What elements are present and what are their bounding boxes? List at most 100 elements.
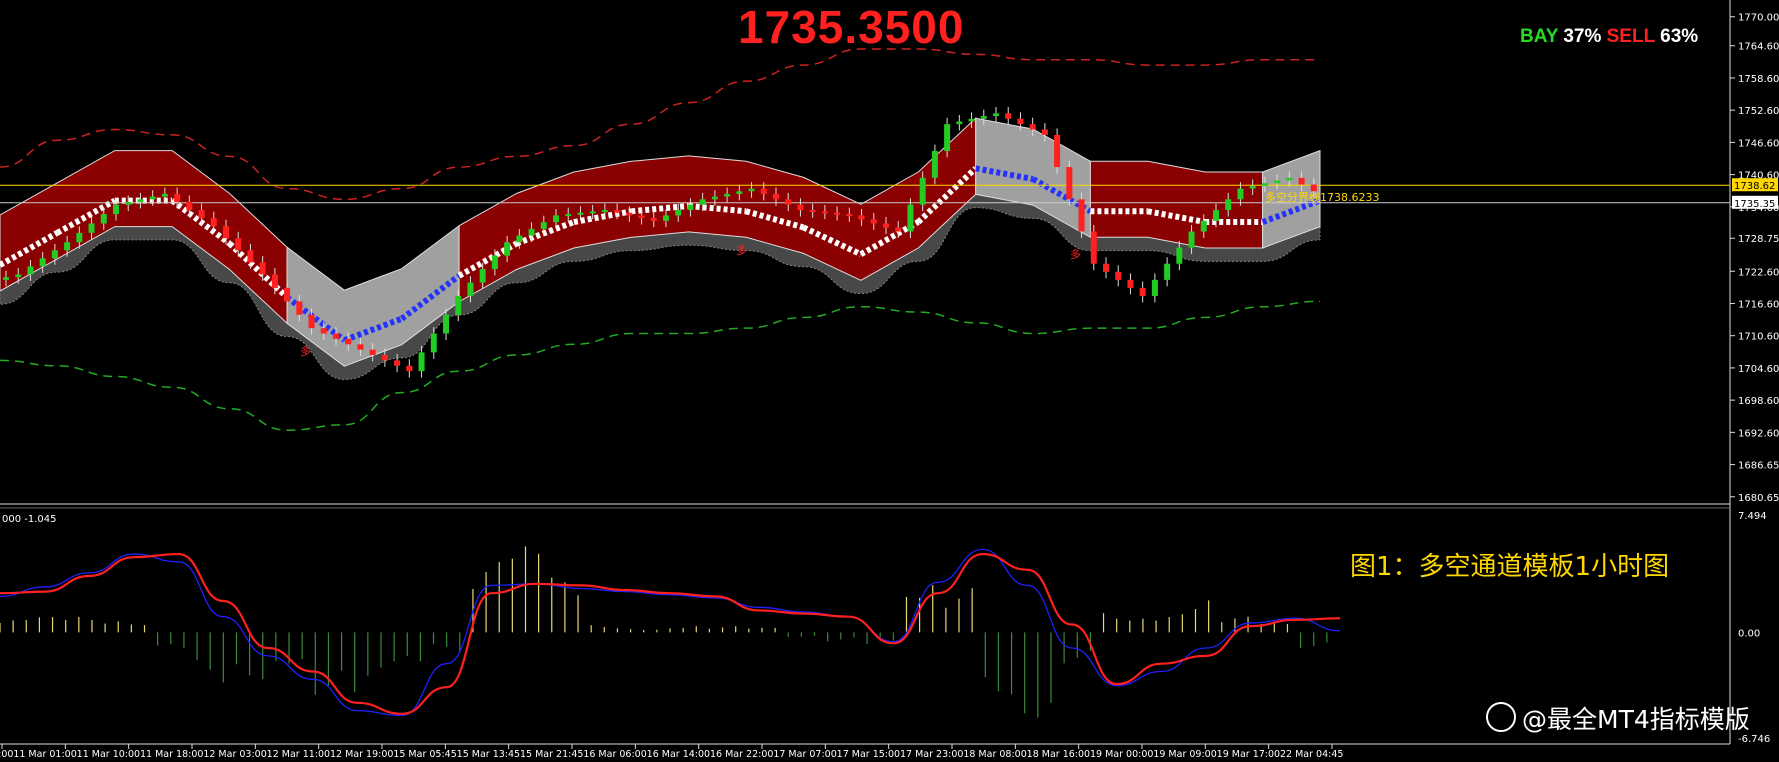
candle-body <box>223 226 229 239</box>
candle-body <box>773 193 779 200</box>
x-tick-label: 19 Mar 17:00 <box>1217 749 1280 760</box>
candle-body <box>846 214 853 217</box>
candle-body <box>394 360 401 366</box>
candle-body <box>247 250 254 263</box>
candle-body <box>443 314 449 334</box>
pivot-line-label: 多空分界线1738.6233 <box>1265 190 1380 204</box>
current-price-title: 1735.3500 <box>738 1 965 53</box>
candle-body <box>895 227 902 232</box>
y-tick-label: 1728.75 <box>1738 234 1779 245</box>
candle-body <box>614 210 621 213</box>
candle-body <box>870 219 877 224</box>
x-tick-label: 19 Mar 09:00 <box>1153 749 1216 760</box>
sell-percent: 63% <box>1660 26 1699 47</box>
candle-body <box>1041 129 1048 135</box>
price-tag-label: 1735.35 <box>1734 199 1775 210</box>
candle-body <box>711 196 718 200</box>
candle-body <box>760 188 767 194</box>
candle-body <box>1213 210 1219 221</box>
candle-body <box>1078 199 1085 232</box>
candle-body <box>64 242 71 251</box>
candle-body <box>27 266 34 275</box>
brand-logo-icon <box>1486 702 1516 732</box>
y-tick-label: 1752.60 <box>1738 106 1779 117</box>
x-tick-label: 15 Mar 13:45 <box>457 749 520 760</box>
candle-body <box>76 232 83 243</box>
candle-body <box>540 222 547 229</box>
candle-body <box>1261 183 1268 186</box>
figure-caption: 图1：多空通道模板1小时图 <box>1350 552 1670 582</box>
candle-body <box>993 113 999 117</box>
candle-body <box>883 223 889 228</box>
x-tick-label: 17 Mar 15:00 <box>837 749 900 760</box>
candle-body <box>1151 279 1158 296</box>
candle-body <box>919 177 926 205</box>
candle-body <box>455 295 462 315</box>
y-tick-label: 1692.60 <box>1738 428 1779 439</box>
candle-body <box>198 210 205 219</box>
y-tick-label: 1698.60 <box>1738 396 1779 407</box>
candle-body <box>491 255 498 270</box>
candle-body <box>944 124 951 151</box>
x-tick-label: 22 Mar 04:45 <box>1280 749 1343 760</box>
candle-body <box>968 118 975 122</box>
x-tick-label: 15 Mar 21:45 <box>520 749 583 760</box>
candle-body <box>357 344 364 350</box>
candle-body <box>809 210 816 213</box>
candle-body <box>271 274 278 288</box>
candle-body <box>1286 177 1293 181</box>
bay-percent: 37% <box>1563 26 1602 47</box>
candle-body <box>113 204 119 215</box>
candle-body <box>1237 188 1244 200</box>
candle-body <box>1298 177 1305 185</box>
candle-body <box>345 338 352 345</box>
candle-body <box>675 210 682 216</box>
watermark: @最全MT4指标模版 <box>1522 700 1750 736</box>
candle-body <box>1139 287 1146 296</box>
candle-body <box>687 204 694 211</box>
candle-body <box>650 218 657 221</box>
price-tag-label: 1738.62 <box>1734 181 1775 192</box>
macd-signal-line <box>0 552 1341 715</box>
sell-label: SELL <box>1606 26 1655 47</box>
candle-body <box>956 121 963 125</box>
candle-body <box>1090 231 1097 264</box>
candle-body <box>980 116 987 119</box>
signal-mark: 多 <box>736 243 747 257</box>
x-tick-label: 16 Mar 06:00 <box>583 749 646 760</box>
y-tick-label: 1680.65 <box>1738 493 1779 504</box>
candle-body <box>259 262 266 275</box>
osc-y-tick-label: 0.00 <box>1738 628 1760 639</box>
candle-body <box>88 223 95 233</box>
candle-body <box>1054 134 1061 168</box>
candle-body <box>626 212 633 216</box>
candle-body <box>858 215 865 220</box>
candle-body <box>100 214 107 224</box>
candle-body <box>186 201 193 211</box>
x-tick-label: 17 Mar 23:00 <box>900 749 963 760</box>
candle-body <box>1188 231 1195 248</box>
candle-body <box>3 277 9 280</box>
x-tick-label: 18 Mar 16:00 <box>1027 749 1090 760</box>
buy-sell-ratio: BAY 37% SELL 63% <box>1520 26 1698 48</box>
osc-header-label: 000 -1.045 <box>2 514 57 525</box>
candle-body <box>589 211 596 214</box>
x-tick-label: 10 Mar 17:00 <box>0 749 13 760</box>
y-tick-label: 1746.60 <box>1738 138 1779 149</box>
candle-body <box>1017 118 1024 125</box>
signal-mark: 多 <box>1070 247 1081 261</box>
x-tick-label: 12 Mar 11:00 <box>267 749 330 760</box>
x-tick-label: 12 Mar 19:00 <box>330 749 393 760</box>
candle-body <box>736 191 743 194</box>
candle-body <box>125 201 132 205</box>
candle-body <box>601 210 608 213</box>
candle-body <box>467 282 474 296</box>
x-tick-label: 11 Mar 01:00 <box>13 749 76 760</box>
candle-body <box>333 333 339 339</box>
osc-y-tick-label: 7.494 <box>1738 511 1767 522</box>
x-tick-label: 12 Mar 03:00 <box>203 749 266 760</box>
candle-body <box>528 228 535 236</box>
candle-body <box>553 215 559 223</box>
y-tick-label: 1704.60 <box>1738 364 1779 375</box>
candle-body <box>1005 113 1012 119</box>
